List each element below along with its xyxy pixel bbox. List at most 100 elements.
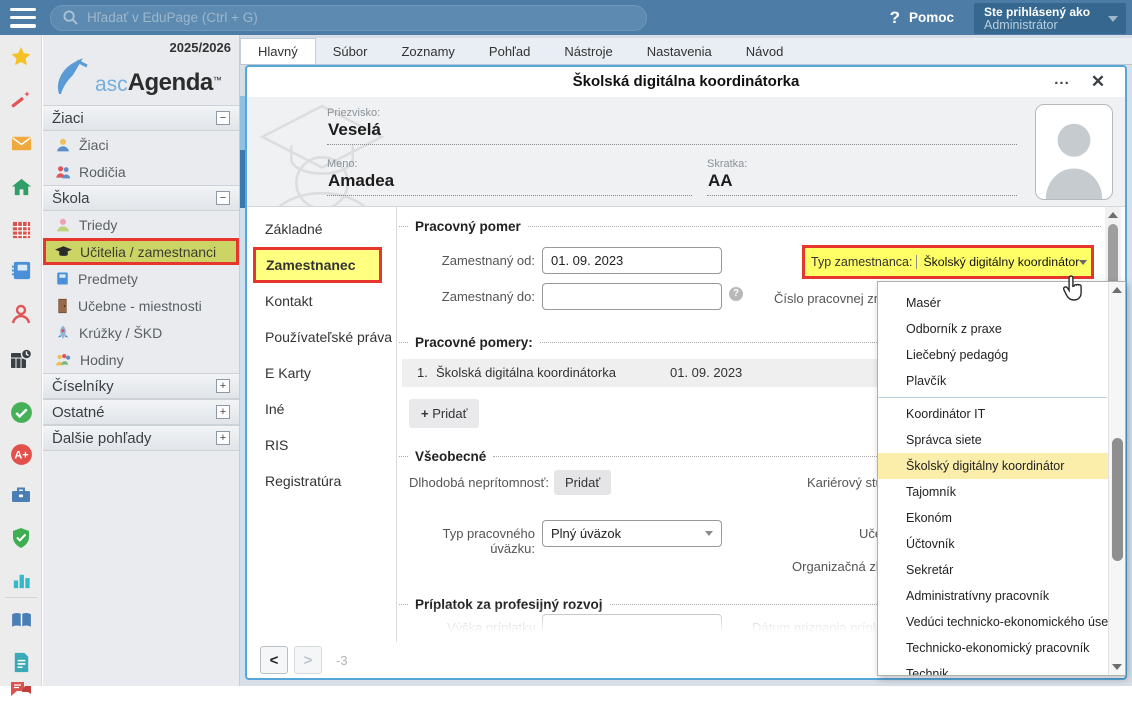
collapse-icon[interactable]: − [216,111,230,125]
workload-type-select[interactable]: Plný úväzok [542,520,722,547]
collapse-icon[interactable]: − [216,191,230,205]
sidebar-item-ucebne-miestnosti[interactable]: Učebne - miestnosti [43,292,239,319]
prev-record-button[interactable]: < [260,646,288,674]
check-circle-icon[interactable] [8,399,34,425]
menu-icon[interactable] [10,8,36,28]
mail-icon[interactable] [8,130,34,156]
dropdown-item[interactable]: Tajomník [878,479,1108,505]
chart-icon[interactable] [8,567,34,593]
dropdown-item[interactable]: Účtovník [878,531,1108,557]
avatar[interactable] [1035,104,1113,200]
session-user: Administrátor [984,19,1106,32]
dropdown-item-selected[interactable]: Školský digitálny koordinátor [878,453,1108,479]
dialog-nav-pouzivatelske-prava[interactable]: Používateľské práva [247,319,396,355]
allowance-input[interactable] [542,614,722,641]
dropdown-item[interactable]: Technik [878,661,1108,676]
close-icon[interactable]: ✕ [1083,67,1113,97]
dialog-nav-e-karty[interactable]: E Karty [247,355,396,391]
help-icon[interactable]: ? [729,287,743,301]
sidebar-item-predmety[interactable]: Predmety [43,265,239,292]
surname-field[interactable]: Priezvisko: Veselá [327,107,1017,145]
scroll-up-icon[interactable] [1112,287,1122,293]
top-bar: ? Pomoc Ste prihlásený ako Administrátor [0,0,1132,35]
dropdown-item[interactable]: Odborník z praxe [878,316,1108,342]
book-icon[interactable] [8,607,34,633]
tab-pohlad[interactable]: Pohľad [472,38,547,64]
tab-nastavenia[interactable]: Nastavenia [630,38,729,64]
help-button[interactable]: ? Pomoc [890,8,954,28]
sidebar-section-ziaci[interactable]: Žiaci − [43,105,239,131]
dropdown-item[interactable]: Masér [878,290,1108,316]
chat-icon[interactable] [8,677,34,703]
dropdown-item[interactable]: Koordinátor IT [878,401,1108,427]
dropdown-item[interactable]: Liečebný pedagóg [878,342,1108,368]
workload-type-label: Typ pracovného úväzku: [399,526,535,556]
dropdown-scrollbar[interactable] [1108,282,1125,675]
expand-icon[interactable]: + [216,405,230,419]
dialog-title: Školská digitálna koordinátorka [247,67,1125,97]
tab-navod[interactable]: Návod [729,38,801,64]
dropdown-item[interactable]: Sekretár [878,557,1108,583]
tab-zoznamy[interactable]: Zoznamy [384,38,471,64]
sidebar-item-rodicia[interactable]: Rodičia [43,158,239,185]
dropdown-divider [878,397,1107,398]
person-icon[interactable] [8,301,34,327]
scroll-down-icon[interactable] [1112,664,1122,670]
shield-icon[interactable] [8,525,34,551]
sidebar-item-ucitelia-zamestnanci[interactable]: Učitelia / zamestnanci [43,238,239,265]
sidebar-section-skola[interactable]: Škola − [43,185,239,211]
next-record-button[interactable]: > [294,646,322,674]
dropdown-item[interactable]: Plavčík [878,368,1108,394]
expand-icon[interactable]: + [216,379,230,393]
dropdown-item[interactable]: Technicko-ekonomický pracovník [878,635,1108,661]
firstname-field[interactable]: Meno: Amadea [327,158,692,196]
dialog-nav-ris[interactable]: RIS [247,427,396,463]
notebook-icon[interactable] [8,257,34,283]
dialog-nav-zakladne[interactable]: Základné [247,211,396,247]
search-box[interactable] [50,5,647,31]
session-dropdown[interactable]: Ste prihlásený ako Administrátor [974,3,1126,34]
dropdown-item[interactable]: Vedúci technicko-ekonomického úseku [878,609,1108,635]
dropdown-item[interactable]: Správca siete [878,427,1108,453]
dialog-nav-registratura[interactable]: Registratúra [247,463,396,499]
sidebar-item-hodiny[interactable]: Hodiny [43,346,239,373]
shortname-field[interactable]: Skratka: AA [707,158,1017,196]
home-icon[interactable] [8,174,34,200]
grade-icon[interactable]: A+ [8,441,34,467]
dropdown-item[interactable]: Ekonóm [878,505,1108,531]
expand-icon[interactable]: + [216,431,230,445]
sidebar-item-kruzky-skd[interactable]: Krúžky / ŠKD [43,319,239,346]
sidebar-item-ziaci[interactable]: Žiaci [43,131,239,158]
star-icon[interactable] [8,44,34,70]
more-icon[interactable]: ... [1047,67,1077,97]
tab-nastroje[interactable]: Nástroje [547,38,629,64]
dialog-nav-ine[interactable]: Iné [247,391,396,427]
add-employment-button[interactable]: + Pridať [409,399,479,428]
absence-add-button[interactable]: Pridať [554,470,611,495]
sidebar-section-ciselniky[interactable]: Číselníky + [43,373,239,399]
sidebar-item-triedy[interactable]: Triedy [43,211,239,238]
employed-to-input[interactable] [542,283,722,310]
pager-info: -3 [336,653,348,668]
employee-type-select[interactable]: Školský digitálny koordinátor [916,255,1087,269]
search-icon [63,10,78,25]
document-icon[interactable] [8,649,34,675]
briefcase-icon[interactable] [8,482,34,508]
calendar-grid-icon[interactable] [8,216,34,242]
sidebar-section-dalsie-pohlady[interactable]: Ďalšie pohľady + [43,425,239,451]
sidebar-section-ostatne[interactable]: Ostatné + [43,399,239,425]
tab-subor[interactable]: Súbor [316,38,385,64]
tab-hlavny[interactable]: Hlavný [240,38,316,64]
schedule-icon[interactable] [8,346,34,372]
people-group-icon [55,352,72,368]
dialog-nav-kontakt[interactable]: Kontakt [247,283,396,319]
employed-from-input[interactable] [542,247,722,274]
dialog-nav-zamestnanec[interactable]: Zamestnanec [253,247,382,283]
dropdown-item[interactable]: Administratívny pracovník [878,583,1108,609]
scroll-up-icon[interactable] [1108,212,1118,218]
wand-icon[interactable] [8,87,34,113]
svg-text:A+: A+ [14,449,28,461]
scrollbar-thumb[interactable] [1112,438,1123,561]
search-input[interactable] [87,10,634,25]
dialog-titlebar: Školská digitálna koordinátorka ... ✕ [247,67,1125,97]
